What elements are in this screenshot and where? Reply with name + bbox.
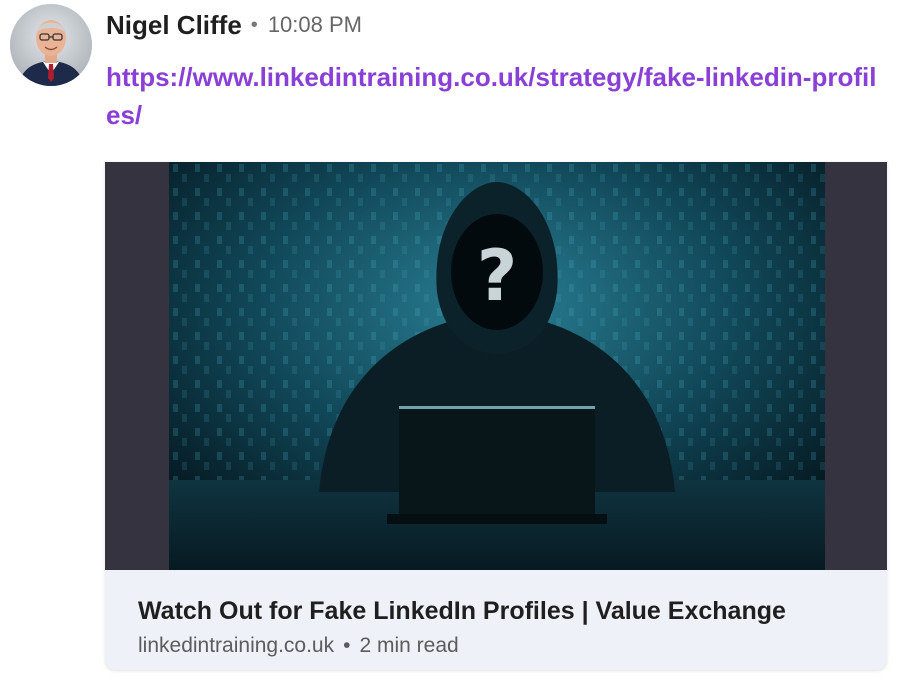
avatar[interactable] xyxy=(10,4,92,86)
message-link[interactable]: https://www.linkedintraining.co.uk/strat… xyxy=(106,58,886,134)
link-preview-domain: linkedintraining.co.uk xyxy=(138,634,335,657)
sender-name[interactable]: Nigel Cliffe xyxy=(106,10,242,41)
person-avatar-icon xyxy=(10,4,92,86)
header-separator: • xyxy=(250,13,258,36)
link-preview-image: ? xyxy=(105,162,887,570)
link-preview-title[interactable]: Watch Out for Fake LinkedIn Profiles | V… xyxy=(138,597,786,626)
svg-text:?: ? xyxy=(477,235,518,317)
meta-separator: • xyxy=(343,634,351,657)
link-preview-meta: linkedintraining.co.uk • 2 min read xyxy=(138,634,459,658)
message-timestamp: 10:08 PM xyxy=(267,12,362,37)
link-preview-card[interactable]: ? Watch Out for Fake LinkedIn Profiles |… xyxy=(105,162,887,670)
link-preview-text: Watch Out for Fake LinkedIn Profiles | V… xyxy=(105,570,887,670)
link-preview-read-time: 2 min read xyxy=(359,634,459,657)
message-header: Nigel Cliffe • 10:08 PM xyxy=(106,8,362,42)
chat-message: Nigel Cliffe • 10:08 PM https://www.link… xyxy=(0,0,903,682)
hooded-figure-question-mark-icon: ? xyxy=(169,162,825,570)
